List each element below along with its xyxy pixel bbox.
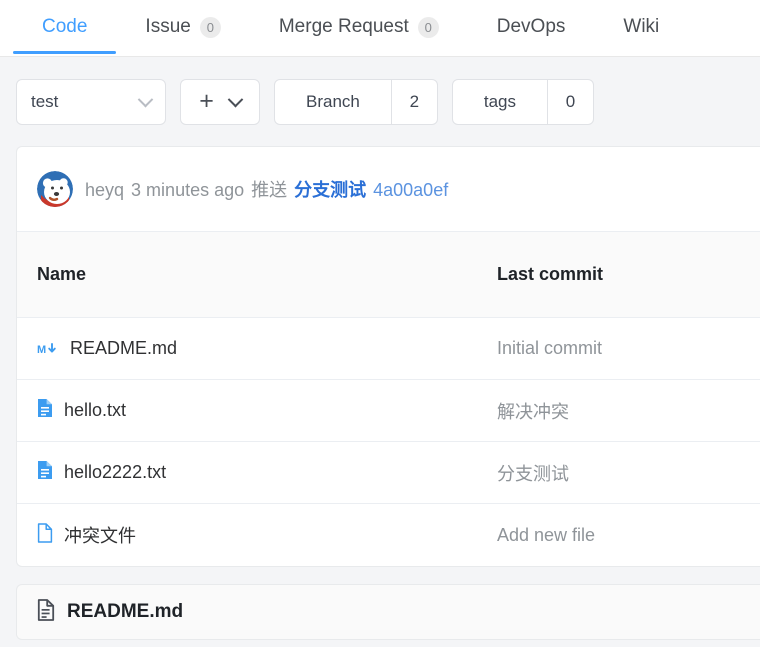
table-row[interactable]: hello.txt 解决冲突	[17, 380, 760, 442]
file-link[interactable]: 冲突文件	[64, 522, 136, 548]
file-filled-icon	[37, 460, 53, 485]
file-outline-icon	[37, 522, 53, 548]
tags-button-label: tags	[483, 92, 517, 111]
table-row[interactable]: 冲突文件 Add new file	[17, 504, 760, 566]
plus-icon: +	[199, 86, 214, 115]
file-link[interactable]: hello2222.txt	[64, 462, 166, 483]
file-filled-icon	[37, 398, 53, 423]
tab-badge-count: 0	[417, 16, 439, 38]
commit-sha[interactable]: 4a00a0ef	[373, 180, 448, 201]
file-last-commit: Initial commit	[497, 338, 603, 358]
tags-count-button[interactable]: tags 0	[451, 79, 595, 125]
tab-merge-request[interactable]: Merge Request 0	[250, 0, 468, 54]
commit-time: 3 minutes ago	[131, 180, 245, 200]
chevron-down-icon	[227, 91, 244, 107]
tab-bar-divider	[0, 56, 760, 57]
add-button[interactable]: +	[180, 79, 260, 125]
file-name-cell: hello2222.txt	[17, 460, 497, 485]
tab-issue[interactable]: Issue 0	[116, 0, 249, 54]
column-header-last-commit: Last commit	[497, 264, 604, 284]
tab-badge-count: 0	[199, 16, 221, 38]
svg-text:M: M	[37, 344, 46, 356]
document-icon	[37, 598, 55, 626]
commit-author[interactable]: heyq	[85, 180, 124, 201]
file-last-commit: 分支测试	[497, 463, 569, 484]
main-tab-bar: Code Issue 0 Merge Request 0 DevOps Wiki	[0, 0, 760, 57]
branch-count-value: 2	[390, 80, 437, 124]
branch-select-value: test	[31, 92, 59, 111]
commit-message[interactable]: 分支测试	[294, 176, 366, 202]
column-header-name: Name	[37, 264, 87, 284]
branch-select[interactable]: test	[16, 79, 166, 125]
file-name-cell: hello.txt	[17, 398, 497, 423]
tab-wiki[interactable]: Wiki	[594, 0, 688, 54]
tab-label: DevOps	[496, 16, 566, 37]
file-last-commit: 解决冲突	[497, 401, 569, 422]
branch-button-label: Branch	[306, 92, 360, 111]
file-link[interactable]: hello.txt	[64, 400, 126, 421]
tab-label: Wiki	[623, 16, 660, 37]
tab-label: Code	[42, 16, 88, 37]
table-row[interactable]: M README.md Initial commit	[17, 318, 760, 380]
table-row[interactable]: hello2222.txt 分支测试	[17, 442, 760, 504]
file-name-cell: M README.md	[17, 338, 497, 359]
chevron-down-icon	[137, 91, 154, 107]
commit-summary: heyq 3 minutes ago 推送 分支测试 4a00a0ef	[85, 176, 448, 202]
tab-label: Issue	[145, 16, 191, 37]
file-link[interactable]: README.md	[70, 338, 177, 359]
latest-commit-bar: heyq 3 minutes ago 推送 分支测试 4a00a0ef	[17, 147, 760, 232]
tab-code[interactable]: Code	[13, 0, 117, 54]
readme-preview-header: README.md	[16, 584, 760, 640]
file-last-commit: Add new file	[497, 524, 596, 545]
markdown-icon: M	[37, 342, 59, 356]
file-table-header: Name Last commit	[17, 232, 760, 318]
readme-title: README.md	[67, 601, 184, 622]
commit-action: 推送	[251, 180, 288, 200]
avatar[interactable]	[37, 171, 73, 207]
repository-file-card: heyq 3 minutes ago 推送 分支测试 4a00a0ef Name…	[16, 146, 760, 567]
repo-toolbar: test + Branch 2 tags 0	[0, 57, 760, 146]
tags-count-value: 0	[547, 80, 593, 124]
branch-count-button[interactable]: Branch 2	[274, 79, 438, 125]
tab-label: Merge Request	[278, 16, 409, 37]
file-name-cell: 冲突文件	[17, 522, 497, 548]
tab-devops[interactable]: DevOps	[468, 0, 595, 54]
